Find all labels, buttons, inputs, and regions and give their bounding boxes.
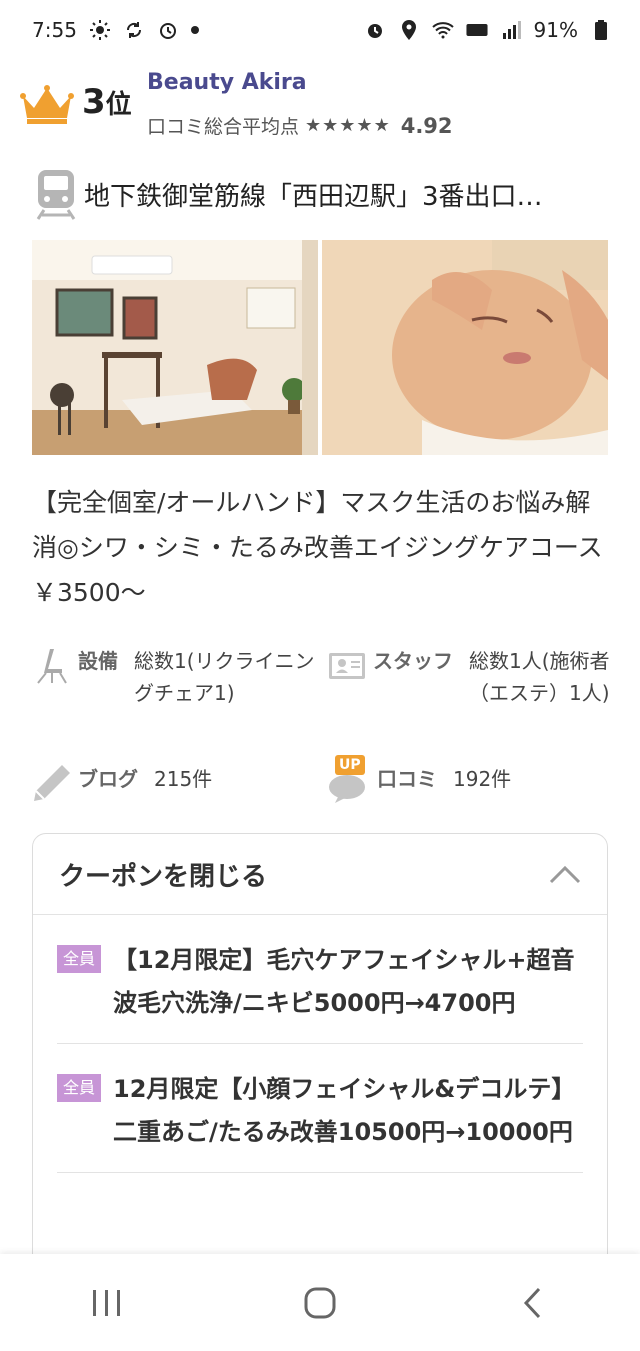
staff-label: スタッフ — [373, 649, 453, 673]
alarm-icon — [364, 19, 386, 41]
signal-icon — [500, 19, 522, 41]
wifi-icon — [431, 19, 454, 41]
equipment-info: 設備 総数1(リクライニングチェア1) — [32, 645, 317, 709]
pencil-icon — [34, 765, 70, 801]
battery-icon — [590, 19, 612, 41]
blog-count: 215件 — [154, 767, 213, 791]
battery-percent: 91% — [533, 18, 578, 42]
staff-info: スタッフ 総数1人(施術者（エステ）1人) — [327, 645, 612, 709]
sync-icon — [123, 19, 145, 41]
coupon-badge: 全員 — [57, 945, 102, 973]
recent-apps-icon — [92, 1289, 120, 1316]
salon-room-photo[interactable] — [32, 240, 318, 455]
chair-icon — [37, 649, 67, 684]
rank-number: 3位 — [82, 82, 132, 122]
status-bar-right: 91% — [364, 18, 612, 42]
volte-icon — [466, 19, 488, 41]
coupon-title: 【12月限定】毛穴ケアフェイシャル+超音波毛穴洗浄/ニキビ5000円→4700円 — [113, 946, 575, 1017]
crown-icon — [20, 85, 74, 124]
access-text: 地下鉄御堂筋線「西田辺駅」3番出口… — [84, 181, 543, 212]
status-bar-left: 7:55 — [32, 18, 199, 42]
system-nav-bar — [0, 1254, 640, 1351]
coupon-toggle[interactable]: クーポンを閉じる — [33, 834, 607, 915]
notification-dot-icon — [190, 26, 199, 34]
coupon-badge: 全員 — [57, 1074, 102, 1102]
staff-card-icon — [329, 653, 365, 679]
salon-name-link[interactable]: Beauty Akira — [147, 70, 307, 95]
back-icon — [524, 1287, 541, 1318]
home-icon — [304, 1287, 336, 1318]
equipment-label: 設備 — [78, 649, 118, 673]
review-label: 口コミ — [377, 767, 437, 791]
review-count: 192件 — [453, 767, 512, 791]
rating-stars: ★★★★★ — [305, 115, 391, 136]
equipment-value: 総数1(リクライニングチェア1) — [134, 649, 315, 705]
rank-unit: 位 — [105, 90, 132, 120]
coupon-title: 12月限定【小顔フェイシャル&デコルテ】二重あご/たるみ改善10500円→100… — [113, 1075, 576, 1146]
rating-label: 口コミ総合平均点 — [147, 116, 300, 138]
rank-value: 3 — [82, 82, 106, 122]
catch-copy[interactable]: 【完全個室/オールハンド】マスク生活のお悩み解消◎シワ・シミ・たるみ改善エイジン… — [32, 480, 612, 615]
train-icon — [36, 170, 76, 220]
rating-value: 4.92 — [400, 113, 453, 138]
coupon-panel: クーポンを閉じる 全員 【12月限定】毛穴ケアフェイシャル+超音波毛穴洗浄/ニキ… — [32, 833, 608, 1273]
salon-photos[interactable] — [32, 240, 608, 455]
access-row: 地下鉄御堂筋線「西田辺駅」3番出口… — [34, 166, 614, 222]
home-button[interactable] — [290, 1273, 350, 1333]
clock: 7:55 — [32, 18, 77, 42]
coupon-item[interactable]: 全員 【12月限定】毛穴ケアフェイシャル+超音波毛穴洗浄/ニキビ5000円→47… — [57, 915, 583, 1044]
rank-header: 3位 Beauty Akira 口コミ総合平均点 ★★★★★ 4.92 — [20, 68, 620, 146]
chevron-up-icon — [549, 865, 581, 884]
alarm-icon — [157, 19, 179, 41]
coupon-item[interactable]: 全員 12月限定【小顔フェイシャル&デコルテ】二重あご/たるみ改善10500円→… — [57, 1044, 583, 1173]
staff-value: 総数1人(施術者（エステ）1人) — [469, 649, 610, 705]
sun-icon — [89, 19, 111, 41]
back-button[interactable] — [503, 1273, 563, 1333]
status-bar: 7:55 91% — [0, 0, 640, 60]
rating-row: 口コミ総合平均点 ★★★★★ 4.92 — [147, 112, 453, 139]
facial-treatment-photo[interactable] — [322, 240, 608, 455]
blog-label: ブログ — [78, 767, 138, 791]
up-badge: UP — [335, 755, 365, 775]
review-icon: UP — [327, 755, 371, 803]
coupon-toggle-label: クーポンを閉じる — [59, 861, 268, 892]
review-link[interactable]: UP 口コミ 192件 — [327, 755, 612, 803]
recent-apps-button[interactable] — [77, 1273, 137, 1333]
blog-link[interactable]: ブログ 215件 — [32, 763, 317, 803]
location-icon — [398, 19, 420, 41]
